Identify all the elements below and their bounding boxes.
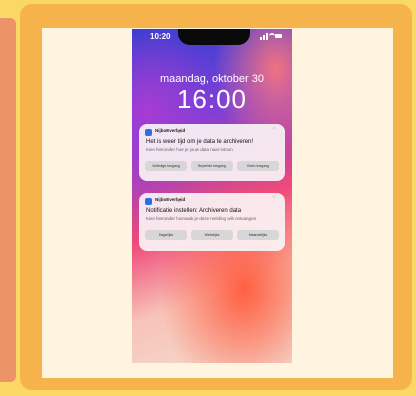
- notification-time: nu: [177, 128, 182, 134]
- phone-notch: [178, 29, 250, 45]
- phone-screen: 10:20 maandag, oktober 30 16:00 NijboEve…: [132, 29, 292, 363]
- collapse-icon[interactable]: ⌃: [272, 196, 276, 202]
- monthly-button[interactable]: Maandelijks: [237, 230, 279, 240]
- side-panel: [0, 18, 16, 382]
- status-time: 10:20: [150, 32, 171, 41]
- notification-body: Kies hieronder hoe je jouw data naar int…: [146, 147, 233, 152]
- app-icon: [145, 129, 152, 136]
- status-icons: [260, 33, 282, 40]
- notification-settings[interactable]: NijboEverheid nu ⌃ Notificatie instellen…: [139, 193, 285, 251]
- daily-button[interactable]: Dagelijks: [145, 230, 187, 240]
- lock-time: 16:00: [176, 84, 248, 114]
- signal-bar: [266, 33, 268, 40]
- signal-icon: [260, 37, 262, 40]
- notification-title: Notificatie instellen: Archiveren data: [146, 208, 242, 214]
- notification-actions: Dagelijks Wekelijks Maandelijks: [145, 230, 279, 240]
- notification-time: nu: [177, 197, 182, 203]
- collapse-icon[interactable]: ⌃: [272, 127, 276, 133]
- limited-access-button[interactable]: Beperkte toegang: [191, 161, 233, 171]
- signal-bar: [263, 35, 265, 40]
- notification-title: Het is weer tijd om je data te archivere…: [146, 139, 254, 145]
- app-icon: [145, 198, 152, 205]
- notification-actions: Volledige toegang Beperkte toegang Geen …: [145, 161, 279, 171]
- full-access-button[interactable]: Volledige toegang: [145, 161, 187, 171]
- battery-icon: [275, 34, 282, 38]
- notification-body: Kies hieronder hoevaak je deze melding w…: [146, 216, 257, 221]
- no-access-button[interactable]: Geen toegang: [237, 161, 279, 171]
- notification-archive[interactable]: NijboEverheid nu ⌃ Het is weer tijd om j…: [139, 124, 285, 181]
- weekly-button[interactable]: Wekelijks: [191, 230, 233, 240]
